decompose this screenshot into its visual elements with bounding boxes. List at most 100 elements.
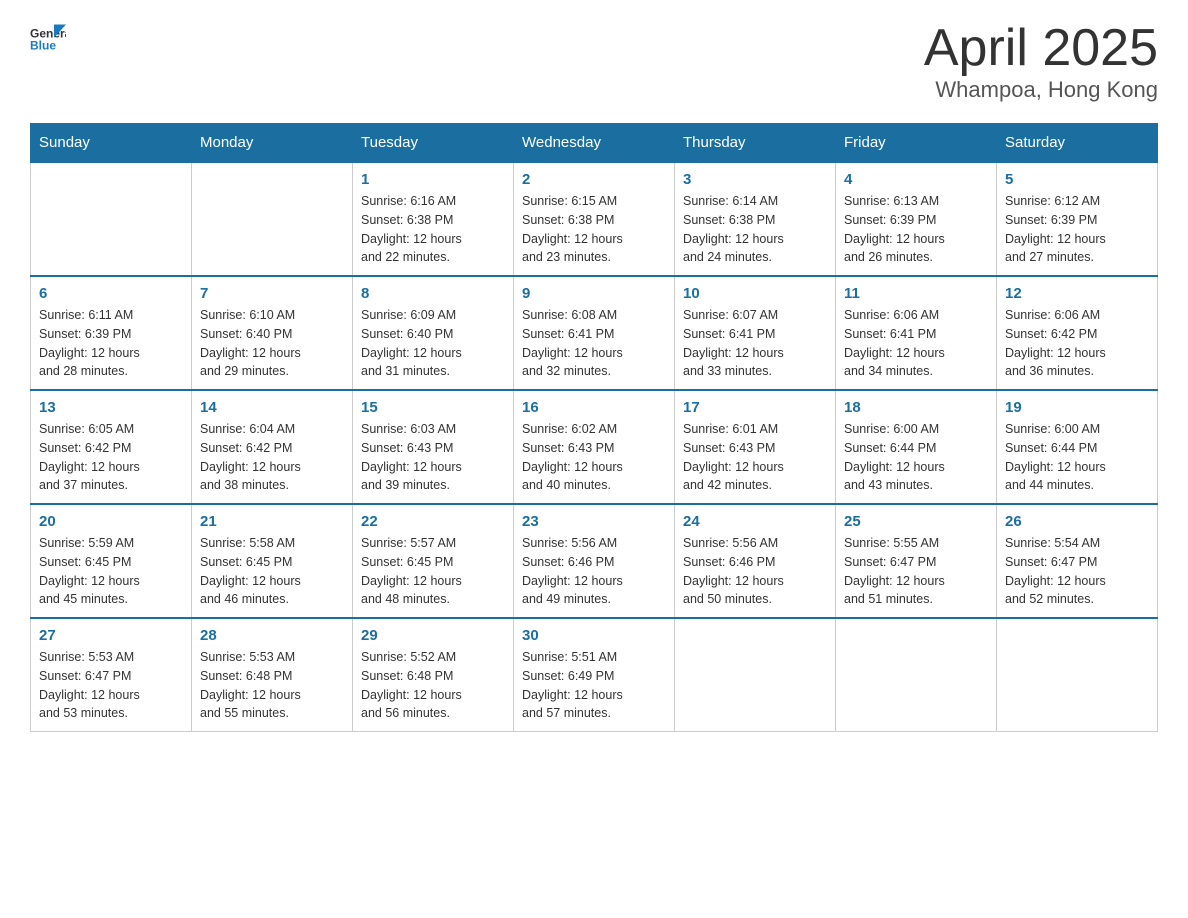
day-number: 1	[361, 171, 505, 188]
calendar-cell: 19 Sunrise: 6:00 AMSunset: 6:44 PMDayligh…	[997, 390, 1158, 504]
calendar-cell: 18Sunrise: 6:00 AMSunset: 6:44 PMDayligh…	[836, 390, 997, 504]
calendar-cell	[997, 618, 1158, 732]
week-row-4: 20 Sunrise: 5:59 AMSunset: 6:45 PMDayligh…	[31, 504, 1158, 618]
calendar-cell: 8 Sunrise: 6:09 AMSunset: 6:40 PMDaylight…	[353, 276, 514, 390]
calendar-table: SundayMondayTuesdayWednesdayThursdayFrid…	[30, 123, 1158, 732]
calendar-cell: 6 Sunrise: 6:11 AMSunset: 6:39 PMDaylight…	[31, 276, 192, 390]
calendar-cell	[675, 618, 836, 732]
day-number: 16	[522, 399, 666, 416]
weekday-header-monday: Monday	[192, 124, 353, 163]
day-info: Sunrise: 6:00 AMSunset: 6:44 PMDaylight:…	[1005, 420, 1149, 495]
day-number: 27	[39, 627, 183, 644]
calendar-cell: 21 Sunrise: 5:58 AMSunset: 6:45 PMDayligh…	[192, 504, 353, 618]
calendar-cell: 30Sunrise: 5:51 AMSunset: 6:49 PMDayligh…	[514, 618, 675, 732]
calendar-cell: 23 Sunrise: 5:56 AMSunset: 6:46 PMDayligh…	[514, 504, 675, 618]
calendar-cell: 5 Sunrise: 6:12 AMSunset: 6:39 PMDaylight…	[997, 162, 1158, 276]
day-number: 26	[1005, 513, 1149, 530]
weekday-header-wednesday: Wednesday	[514, 124, 675, 163]
week-row-2: 6 Sunrise: 6:11 AMSunset: 6:39 PMDaylight…	[31, 276, 1158, 390]
day-number: 3	[683, 171, 827, 188]
week-row-3: 13 Sunrise: 6:05 AMSunset: 6:42 PMDayligh…	[31, 390, 1158, 504]
day-number: 12	[1005, 285, 1149, 302]
day-info: Sunrise: 5:57 AMSunset: 6:45 PMDaylight:…	[361, 534, 505, 609]
day-info: Sunrise: 5:56 AMSunset: 6:46 PMDaylight:…	[522, 534, 666, 609]
day-info: Sunrise: 5:53 AMSunset: 6:47 PMDaylight:…	[39, 648, 183, 723]
month-title: April 2025	[924, 20, 1158, 77]
day-number: 22	[361, 513, 505, 530]
calendar-cell: 27 Sunrise: 5:53 AMSunset: 6:47 PMDayligh…	[31, 618, 192, 732]
day-number: 28	[200, 627, 344, 644]
title-block: April 2025 Whampoa, Hong Kong	[924, 20, 1158, 103]
day-info: Sunrise: 6:00 AMSunset: 6:44 PMDaylight:…	[844, 420, 988, 495]
calendar-cell: 13 Sunrise: 6:05 AMSunset: 6:42 PMDayligh…	[31, 390, 192, 504]
page-header: General Blue April 2025 Whampoa, Hong Ko…	[30, 20, 1158, 103]
day-info: Sunrise: 6:15 AMSunset: 6:38 PMDaylight:…	[522, 192, 666, 267]
day-info: Sunrise: 5:59 AMSunset: 6:45 PMDaylight:…	[39, 534, 183, 609]
day-number: 20	[39, 513, 183, 530]
calendar-cell: 1 Sunrise: 6:16 AMSunset: 6:38 PMDaylight…	[353, 162, 514, 276]
day-number: 21	[200, 513, 344, 530]
day-info: Sunrise: 5:53 AMSunset: 6:48 PMDaylight:…	[200, 648, 344, 723]
day-number: 19	[1005, 399, 1149, 416]
weekday-header-thursday: Thursday	[675, 124, 836, 163]
day-info: Sunrise: 5:54 AMSunset: 6:47 PMDaylight:…	[1005, 534, 1149, 609]
weekday-header-saturday: Saturday	[997, 124, 1158, 163]
day-number: 7	[200, 285, 344, 302]
calendar-cell: 29Sunrise: 5:52 AMSunset: 6:48 PMDayligh…	[353, 618, 514, 732]
day-info: Sunrise: 6:06 AMSunset: 6:41 PMDaylight:…	[844, 306, 988, 381]
day-number: 24	[683, 513, 827, 530]
calendar-cell: 2Sunrise: 6:15 AMSunset: 6:38 PMDaylight…	[514, 162, 675, 276]
day-info: Sunrise: 6:01 AMSunset: 6:43 PMDaylight:…	[683, 420, 827, 495]
day-number: 6	[39, 285, 183, 302]
day-number: 11	[844, 285, 988, 302]
weekday-header-row: SundayMondayTuesdayWednesdayThursdayFrid…	[31, 124, 1158, 163]
day-info: Sunrise: 6:14 AMSunset: 6:38 PMDaylight:…	[683, 192, 827, 267]
week-row-1: 1 Sunrise: 6:16 AMSunset: 6:38 PMDaylight…	[31, 162, 1158, 276]
day-number: 4	[844, 171, 988, 188]
calendar-cell	[836, 618, 997, 732]
calendar-cell: 20 Sunrise: 5:59 AMSunset: 6:45 PMDayligh…	[31, 504, 192, 618]
calendar-cell: 24 Sunrise: 5:56 AMSunset: 6:46 PMDayligh…	[675, 504, 836, 618]
day-info: Sunrise: 6:07 AMSunset: 6:41 PMDaylight:…	[683, 306, 827, 381]
weekday-header-sunday: Sunday	[31, 124, 192, 163]
day-info: Sunrise: 5:56 AMSunset: 6:46 PMDaylight:…	[683, 534, 827, 609]
day-info: Sunrise: 6:05 AMSunset: 6:42 PMDaylight:…	[39, 420, 183, 495]
calendar-cell: 12Sunrise: 6:06 AMSunset: 6:42 PMDayligh…	[997, 276, 1158, 390]
day-info: Sunrise: 6:02 AMSunset: 6:43 PMDaylight:…	[522, 420, 666, 495]
day-info: Sunrise: 6:12 AMSunset: 6:39 PMDaylight:…	[1005, 192, 1149, 267]
day-number: 5	[1005, 171, 1149, 188]
day-info: Sunrise: 5:51 AMSunset: 6:49 PMDaylight:…	[522, 648, 666, 723]
day-number: 15	[361, 399, 505, 416]
day-info: Sunrise: 5:58 AMSunset: 6:45 PMDaylight:…	[200, 534, 344, 609]
day-number: 9	[522, 285, 666, 302]
calendar-cell: 9 Sunrise: 6:08 AMSunset: 6:41 PMDaylight…	[514, 276, 675, 390]
calendar-cell: 25 Sunrise: 5:55 AMSunset: 6:47 PMDayligh…	[836, 504, 997, 618]
day-number: 14	[200, 399, 344, 416]
day-number: 10	[683, 285, 827, 302]
calendar-cell: 11 Sunrise: 6:06 AMSunset: 6:41 PMDayligh…	[836, 276, 997, 390]
calendar-cell: 10 Sunrise: 6:07 AMSunset: 6:41 PMDayligh…	[675, 276, 836, 390]
location-title: Whampoa, Hong Kong	[924, 77, 1158, 103]
calendar-cell: 22 Sunrise: 5:57 AMSunset: 6:45 PMDayligh…	[353, 504, 514, 618]
day-number: 8	[361, 285, 505, 302]
calendar-cell	[31, 162, 192, 276]
calendar-cell: 4 Sunrise: 6:13 AMSunset: 6:39 PMDaylight…	[836, 162, 997, 276]
day-info: Sunrise: 5:55 AMSunset: 6:47 PMDaylight:…	[844, 534, 988, 609]
day-info: Sunrise: 6:11 AMSunset: 6:39 PMDaylight:…	[39, 306, 183, 381]
day-info: Sunrise: 6:10 AMSunset: 6:40 PMDaylight:…	[200, 306, 344, 381]
day-number: 23	[522, 513, 666, 530]
day-info: Sunrise: 6:16 AMSunset: 6:38 PMDaylight:…	[361, 192, 505, 267]
weekday-header-tuesday: Tuesday	[353, 124, 514, 163]
day-info: Sunrise: 6:09 AMSunset: 6:40 PMDaylight:…	[361, 306, 505, 381]
weekday-header-friday: Friday	[836, 124, 997, 163]
day-info: Sunrise: 6:03 AMSunset: 6:43 PMDaylight:…	[361, 420, 505, 495]
svg-text:Blue: Blue	[30, 39, 56, 53]
calendar-cell: 17Sunrise: 6:01 AMSunset: 6:43 PMDayligh…	[675, 390, 836, 504]
day-number: 13	[39, 399, 183, 416]
logo: General Blue	[30, 20, 66, 56]
day-info: Sunrise: 6:08 AMSunset: 6:41 PMDaylight:…	[522, 306, 666, 381]
calendar-cell: 28 Sunrise: 5:53 AMSunset: 6:48 PMDayligh…	[192, 618, 353, 732]
day-number: 25	[844, 513, 988, 530]
day-info: Sunrise: 6:13 AMSunset: 6:39 PMDaylight:…	[844, 192, 988, 267]
week-row-5: 27 Sunrise: 5:53 AMSunset: 6:47 PMDayligh…	[31, 618, 1158, 732]
